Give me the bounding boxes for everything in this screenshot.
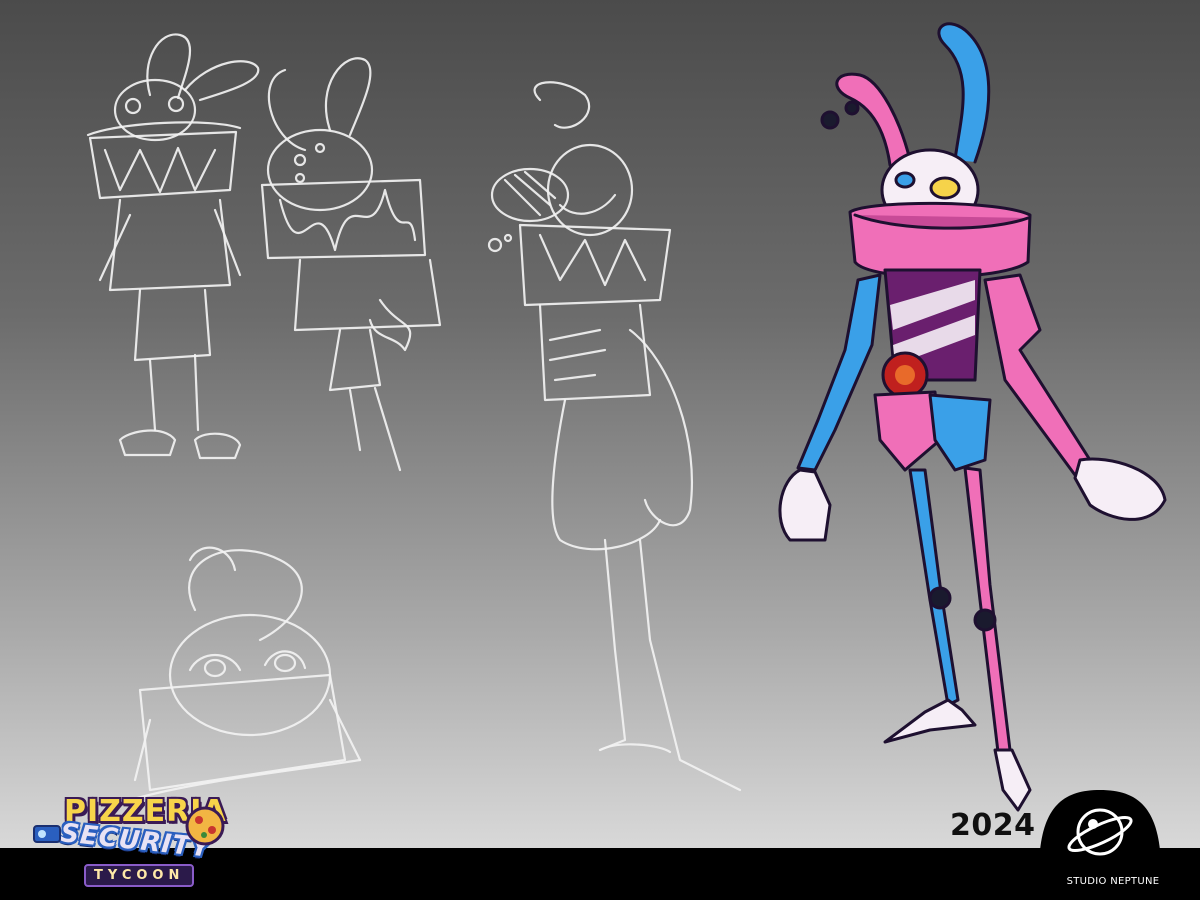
concept-art-sheet: 2024 STUDIO NEPTUNE PIZZERIA SECURITY TY… xyxy=(0,0,1200,900)
camera-icon xyxy=(33,825,61,843)
